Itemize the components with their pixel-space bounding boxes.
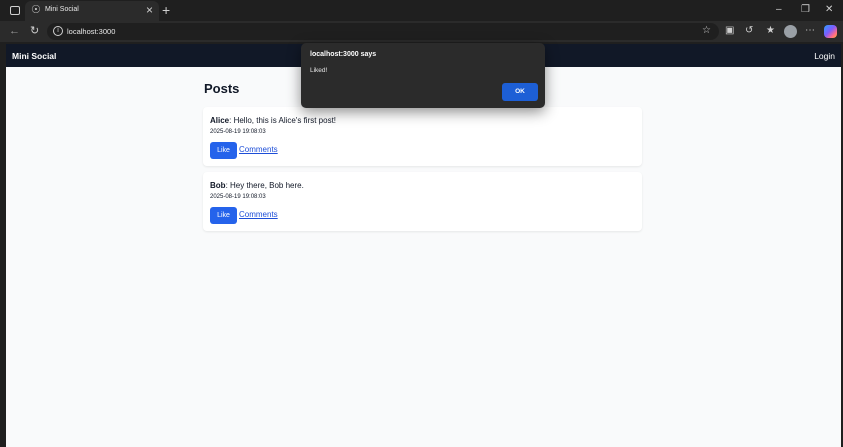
browser-tabstrip: ☉ Mini Social × + – ❐ ✕ <box>0 0 843 21</box>
post-author: Bob <box>210 181 226 190</box>
post-card: Bob: Hey there, Bob here. 2025-08-19 19:… <box>203 172 642 231</box>
close-window-icon[interactable]: ✕ <box>825 3 833 17</box>
alert-dialog: localhost:3000 says Liked! OK <box>301 43 545 108</box>
url-text[interactable]: localhost:3000 <box>67 27 115 36</box>
login-link[interactable]: Login <box>814 51 835 61</box>
more-menu-icon[interactable]: ⋯ <box>805 25 815 37</box>
tab-close-icon[interactable]: × <box>146 3 153 17</box>
browser-tab[interactable]: ☉ Mini Social × <box>25 1 159 21</box>
favorites-icon[interactable]: ★ <box>766 25 775 37</box>
globe-icon: ☉ <box>31 4 41 16</box>
refresh-icon[interactable]: ↻ <box>30 24 39 38</box>
new-tab-icon[interactable]: + <box>162 2 170 18</box>
like-button[interactable]: Like <box>210 142 237 159</box>
minimize-icon[interactable]: – <box>776 3 782 17</box>
post-text: : Hey there, Bob here. <box>225 181 304 190</box>
copilot-icon[interactable] <box>824 25 837 38</box>
post-timestamp: 2025-08-19 19:08:03 <box>210 194 266 200</box>
browser-toolbar: ← ↻ i localhost:3000 ☆ ▣ ↺ ★ ⋯ <box>0 21 843 42</box>
comments-link[interactable]: Comments <box>239 210 278 219</box>
favorite-star-icon[interactable]: ☆ <box>702 25 711 36</box>
ok-button[interactable]: OK <box>502 83 538 101</box>
post-author: Alice <box>210 116 230 125</box>
comments-link[interactable]: Comments <box>239 145 278 154</box>
profile-avatar[interactable] <box>784 25 797 38</box>
alert-message: Liked! <box>310 67 328 74</box>
address-bar[interactable]: i localhost:3000 ☆ <box>47 23 719 40</box>
post-card: Alice: Hello, this is Alice's first post… <box>203 107 642 166</box>
extensions-icon[interactable]: ↺ <box>745 25 753 37</box>
app-brand[interactable]: Mini Social <box>12 51 56 61</box>
post-text: : Hello, this is Alice's first post! <box>229 116 337 125</box>
window-menu-icon[interactable] <box>10 6 20 15</box>
post-timestamp: 2025-08-19 19:08:03 <box>210 129 266 135</box>
like-button[interactable]: Like <box>210 207 237 224</box>
post-content: Alice: Hello, this is Alice's first post… <box>210 116 336 125</box>
page-title: Posts <box>204 81 240 96</box>
reading-view-icon[interactable]: ▣ <box>725 25 734 37</box>
back-icon[interactable]: ← <box>9 24 20 38</box>
post-content: Bob: Hey there, Bob here. <box>210 181 304 190</box>
alert-title: localhost:3000 says <box>310 51 377 58</box>
site-info-icon[interactable]: i <box>53 26 63 36</box>
tab-title: Mini Social <box>45 6 79 13</box>
restore-icon[interactable]: ❐ <box>801 3 810 17</box>
